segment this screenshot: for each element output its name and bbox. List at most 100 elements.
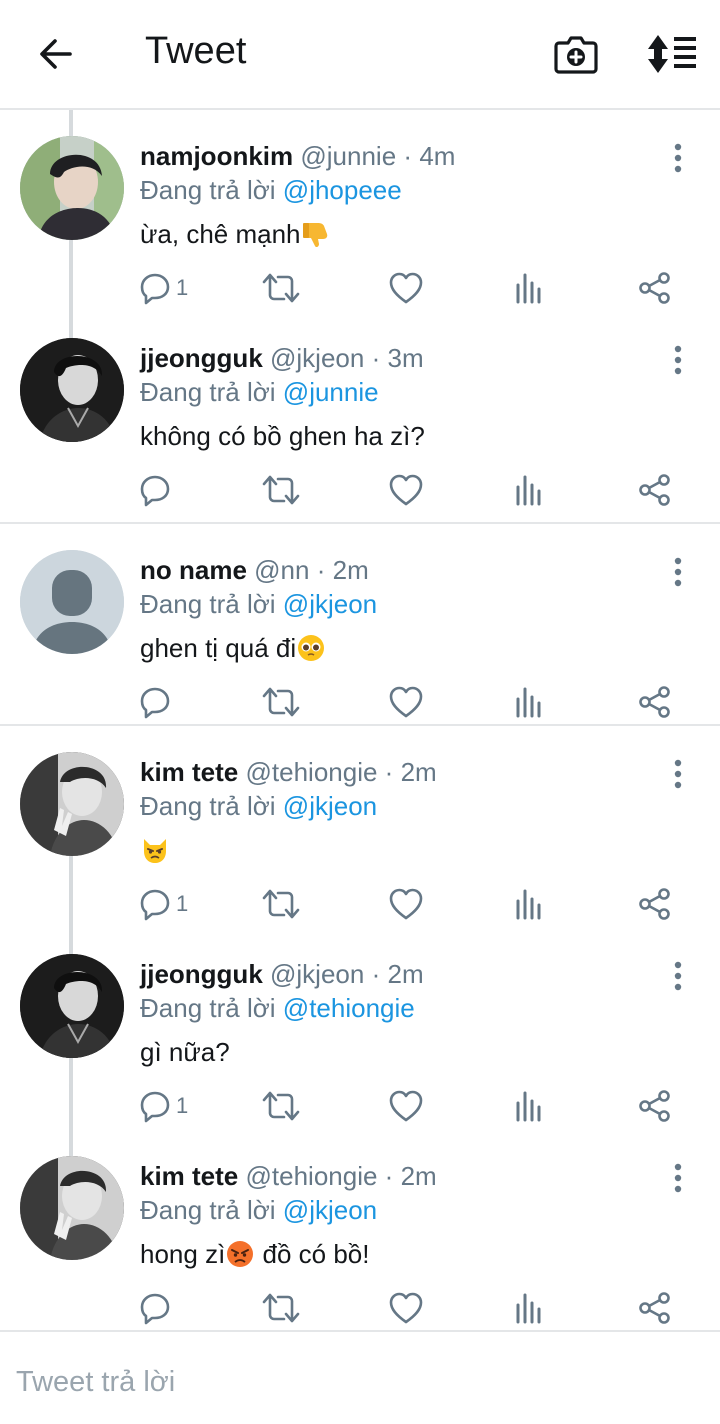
reply-icon — [138, 1089, 172, 1123]
analytics-button[interactable] — [514, 672, 546, 732]
more-options-button[interactable] — [664, 1156, 692, 1200]
user-handle[interactable]: @jkjeon — [270, 343, 364, 373]
user-handle[interactable]: @junnie — [300, 141, 396, 171]
separator-dot: · — [371, 343, 381, 373]
reply-button[interactable] — [138, 1278, 176, 1338]
like-button[interactable] — [388, 672, 424, 732]
tweet[interactable]: kim tete @tehiongie · 2m Đang trả lời @j… — [0, 726, 720, 928]
display-name[interactable]: jjeongguk — [140, 343, 263, 373]
reply-compose-bar — [0, 1334, 720, 1424]
analytics-button[interactable] — [514, 1278, 546, 1338]
reply-count: 1 — [176, 891, 189, 916]
share-button[interactable] — [638, 672, 672, 732]
avatar[interactable] — [20, 136, 124, 240]
reply-button[interactable] — [138, 672, 176, 732]
mention-link[interactable]: @junnie — [283, 377, 379, 407]
analytics-button[interactable] — [514, 1076, 546, 1136]
retweet-button[interactable] — [262, 874, 300, 934]
separator-dot: · — [403, 141, 413, 171]
reply-button[interactable] — [138, 460, 176, 520]
separator-dot: · — [316, 555, 326, 585]
conversation-group: kim tete @tehiongie · 2m Đang trả lời @j… — [0, 726, 720, 1332]
avatar[interactable] — [20, 550, 124, 654]
mention-link[interactable]: @jkjeon — [283, 1195, 377, 1225]
like-button[interactable] — [388, 874, 424, 934]
tweet[interactable]: namjoonkim @junnie · 4m Đang trả lời @jh… — [0, 110, 720, 312]
tweet[interactable]: no name @nn · 2m Đang trả lời @jkjeon gh… — [0, 524, 720, 726]
reply-button[interactable]: 1 — [138, 1076, 188, 1136]
avatar[interactable] — [20, 752, 124, 856]
tweet[interactable]: jjeongguk @jkjeon · 2m Đang trả lời @teh… — [0, 928, 720, 1130]
more-options-button[interactable] — [664, 550, 692, 594]
retweet-icon — [262, 887, 300, 921]
mention-link[interactable]: @jkjeon — [283, 589, 377, 619]
heart-icon — [388, 271, 424, 305]
mention-link[interactable]: @tehiongie — [283, 993, 415, 1023]
tweet-actions — [0, 460, 720, 520]
reply-input[interactable] — [16, 1362, 696, 1402]
heart-icon — [388, 887, 424, 921]
reply-context: Đang trả lời @junnie — [140, 376, 379, 408]
retweet-button[interactable] — [262, 258, 300, 318]
tweet[interactable]: jjeongguk @jkjeon · 3m Đang trả lời @jun… — [0, 312, 720, 514]
like-button[interactable] — [388, 460, 424, 520]
tweet-header: namjoonkim @junnie · 4m — [140, 140, 455, 172]
heart-icon — [388, 473, 424, 507]
conversation-group: namjoonkim @junnie · 4m Đang trả lời @jh… — [0, 110, 720, 524]
avatar[interactable] — [20, 1156, 124, 1260]
more-options-button[interactable] — [664, 954, 692, 998]
more-vertical-icon — [673, 961, 683, 991]
camera-button[interactable] — [552, 30, 600, 78]
retweet-button[interactable] — [262, 672, 300, 732]
like-button[interactable] — [388, 1076, 424, 1136]
reply-button[interactable]: 1 — [138, 258, 188, 318]
tweet-text — [140, 834, 170, 866]
mention-link[interactable]: @jkjeon — [283, 791, 377, 821]
separator-dot: · — [371, 959, 381, 989]
display-name[interactable]: kim tete — [140, 1161, 238, 1191]
like-button[interactable] — [388, 258, 424, 318]
back-button[interactable] — [34, 32, 78, 76]
share-button[interactable] — [638, 460, 672, 520]
share-button[interactable] — [638, 258, 672, 318]
user-handle[interactable]: @tehiongie — [246, 757, 378, 787]
share-button[interactable] — [638, 1278, 672, 1338]
display-name[interactable]: namjoonkim — [140, 141, 293, 171]
more-options-button[interactable] — [664, 136, 692, 180]
reply-prefix: Đang trả lời — [140, 993, 276, 1023]
more-options-button[interactable] — [664, 338, 692, 382]
share-button[interactable] — [638, 1076, 672, 1136]
analytics-button[interactable] — [514, 874, 546, 934]
mention-link[interactable]: @jhopeee — [283, 175, 402, 205]
user-handle[interactable]: @tehiongie — [246, 1161, 378, 1191]
tweet-actions — [0, 672, 720, 732]
display-name[interactable]: jjeongguk — [140, 959, 263, 989]
more-options-button[interactable] — [664, 752, 692, 796]
display-name[interactable]: kim tete — [140, 757, 238, 787]
reply-context: Đang trả lời @tehiongie — [140, 992, 415, 1024]
reply-icon — [138, 271, 172, 305]
bar-chart-icon — [514, 272, 546, 304]
analytics-button[interactable] — [514, 460, 546, 520]
retweet-button[interactable] — [262, 1278, 300, 1338]
display-name[interactable]: no name — [140, 555, 247, 585]
retweet-button[interactable] — [262, 1076, 300, 1136]
user-handle[interactable]: @jkjeon — [270, 959, 364, 989]
retweet-button[interactable] — [262, 460, 300, 520]
share-button[interactable] — [638, 874, 672, 934]
analytics-button[interactable] — [514, 258, 546, 318]
reply-button[interactable]: 1 — [138, 874, 188, 934]
avatar[interactable] — [20, 954, 124, 1058]
sort-icon — [648, 35, 696, 73]
retweet-icon — [262, 685, 300, 719]
sort-button[interactable] — [644, 30, 700, 78]
tweet[interactable]: kim tete @tehiongie · 2m Đang trả lời @j… — [0, 1130, 720, 1332]
timestamp: 3m — [387, 343, 424, 373]
like-button[interactable] — [388, 1278, 424, 1338]
pouting-cat-emoji-icon — [144, 839, 166, 863]
avatar[interactable] — [20, 338, 124, 442]
retweet-icon — [262, 271, 300, 305]
timestamp: 4m — [419, 141, 456, 171]
user-handle[interactable]: @nn — [254, 555, 309, 585]
share-icon — [638, 473, 672, 507]
